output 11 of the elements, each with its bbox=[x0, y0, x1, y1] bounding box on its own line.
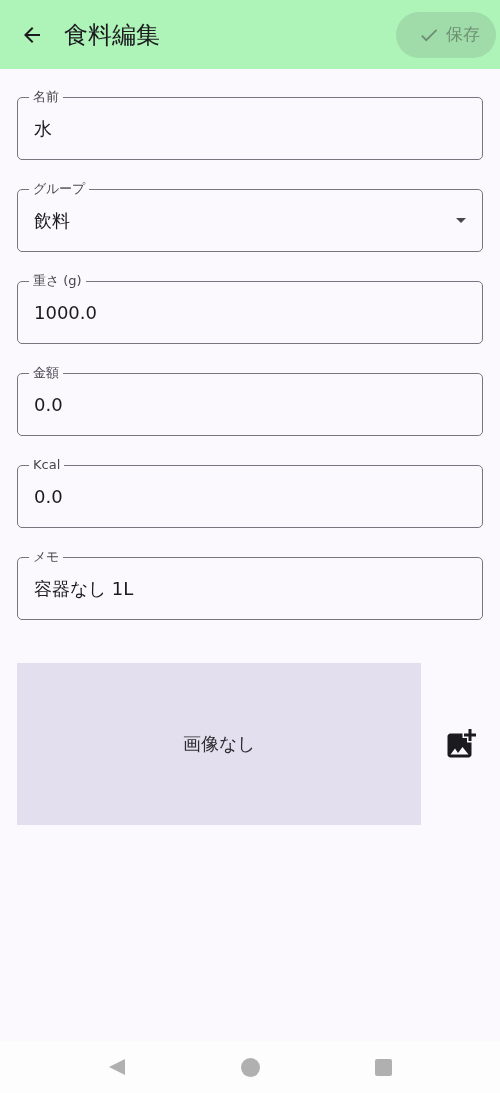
nav-recents-icon[interactable] bbox=[375, 1058, 392, 1076]
screen-title: 食料編集 bbox=[64, 19, 161, 51]
field-label: 名前 bbox=[29, 89, 63, 105]
field-label: 重さ (g) bbox=[29, 273, 86, 289]
nav-home-icon[interactable] bbox=[241, 1057, 260, 1077]
no-image-text: 画像なし bbox=[183, 732, 255, 756]
dropdown-caret-icon bbox=[456, 218, 466, 223]
nav-back-icon[interactable] bbox=[108, 1058, 126, 1076]
field-label: グループ bbox=[29, 181, 89, 197]
field-label: 金額 bbox=[29, 365, 63, 381]
field-label: メモ bbox=[29, 549, 63, 565]
